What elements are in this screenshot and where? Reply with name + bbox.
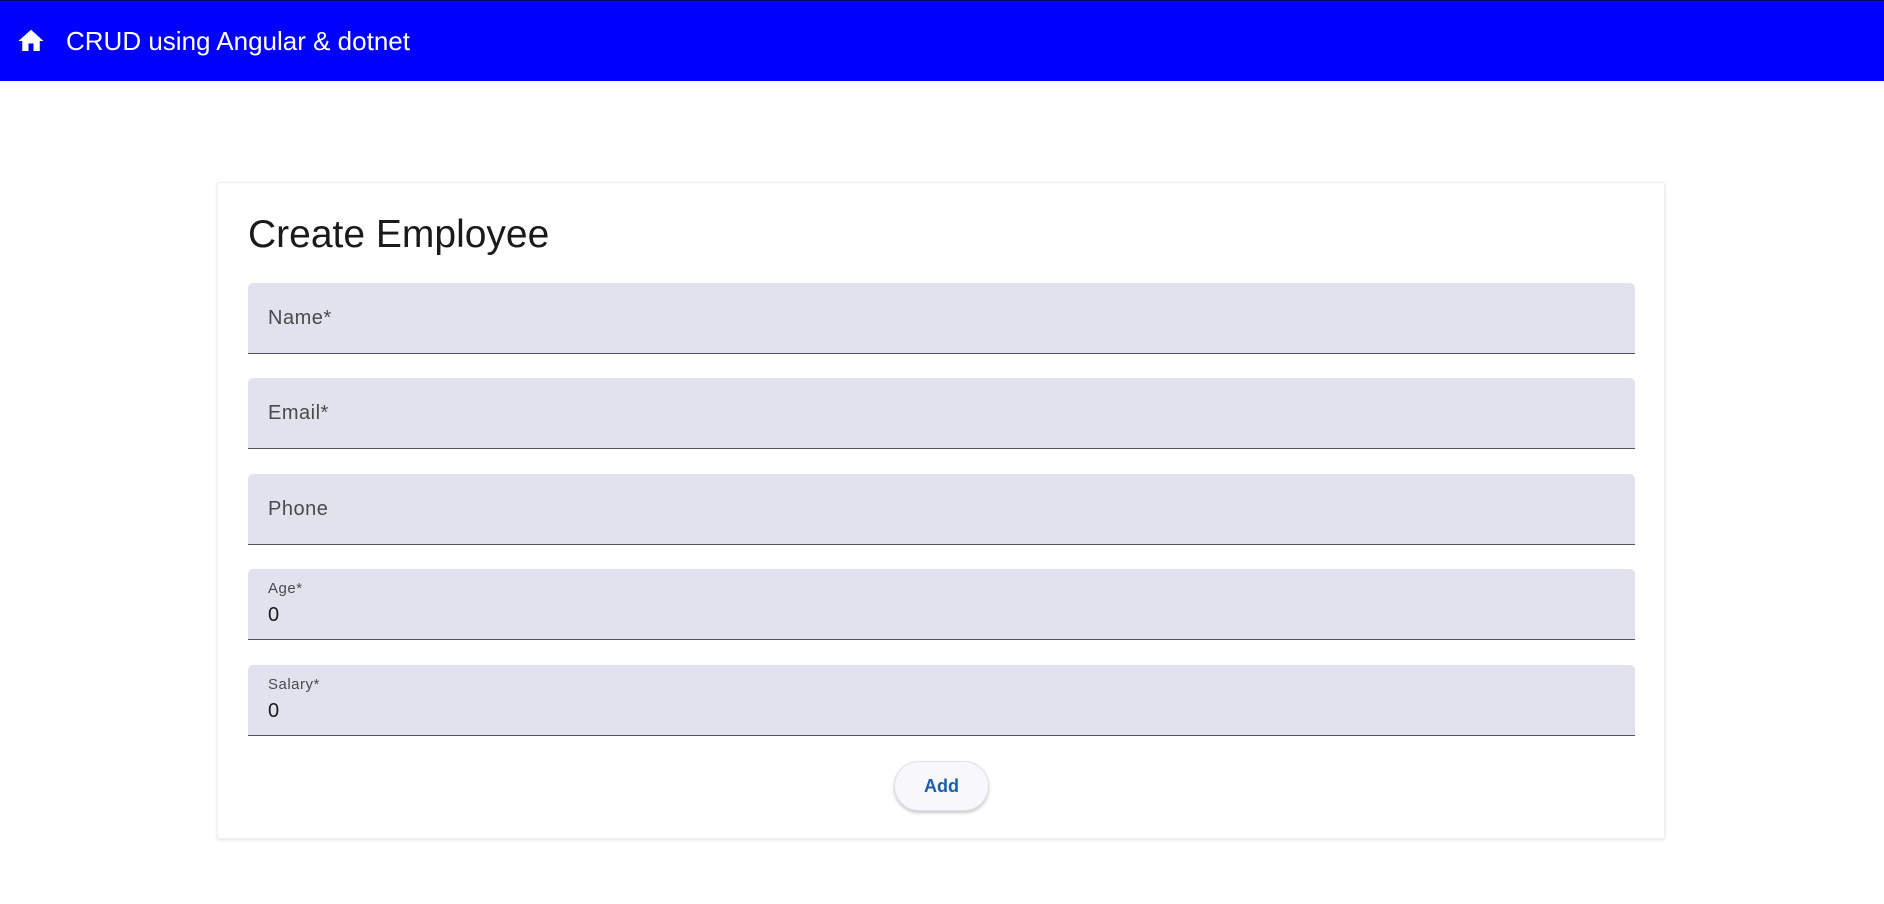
- name-input[interactable]: [268, 318, 1608, 341]
- home-button[interactable]: [0, 1, 62, 82]
- age-field[interactable]: Age*: [248, 569, 1635, 640]
- age-input[interactable]: [268, 604, 1608, 627]
- phone-input[interactable]: [268, 509, 1608, 532]
- app-title: CRUD using Angular & dotnet: [66, 26, 410, 56]
- email-field[interactable]: Email*: [248, 378, 1635, 449]
- name-field[interactable]: Name*: [248, 283, 1635, 354]
- salary-label: Salary*: [268, 676, 320, 693]
- phone-field[interactable]: Phone: [248, 474, 1635, 545]
- app-toolbar: CRUD using Angular & dotnet: [0, 0, 1884, 81]
- home-icon: [16, 26, 46, 56]
- add-button[interactable]: Add: [894, 761, 989, 811]
- salary-field[interactable]: Salary*: [248, 665, 1635, 736]
- email-input[interactable]: [268, 413, 1608, 436]
- age-label: Age*: [268, 580, 303, 597]
- create-employee-card: Create Employee Name* Email* Phone Age* …: [217, 182, 1665, 839]
- page-title: Create Employee: [248, 213, 550, 256]
- salary-input[interactable]: [268, 700, 1608, 723]
